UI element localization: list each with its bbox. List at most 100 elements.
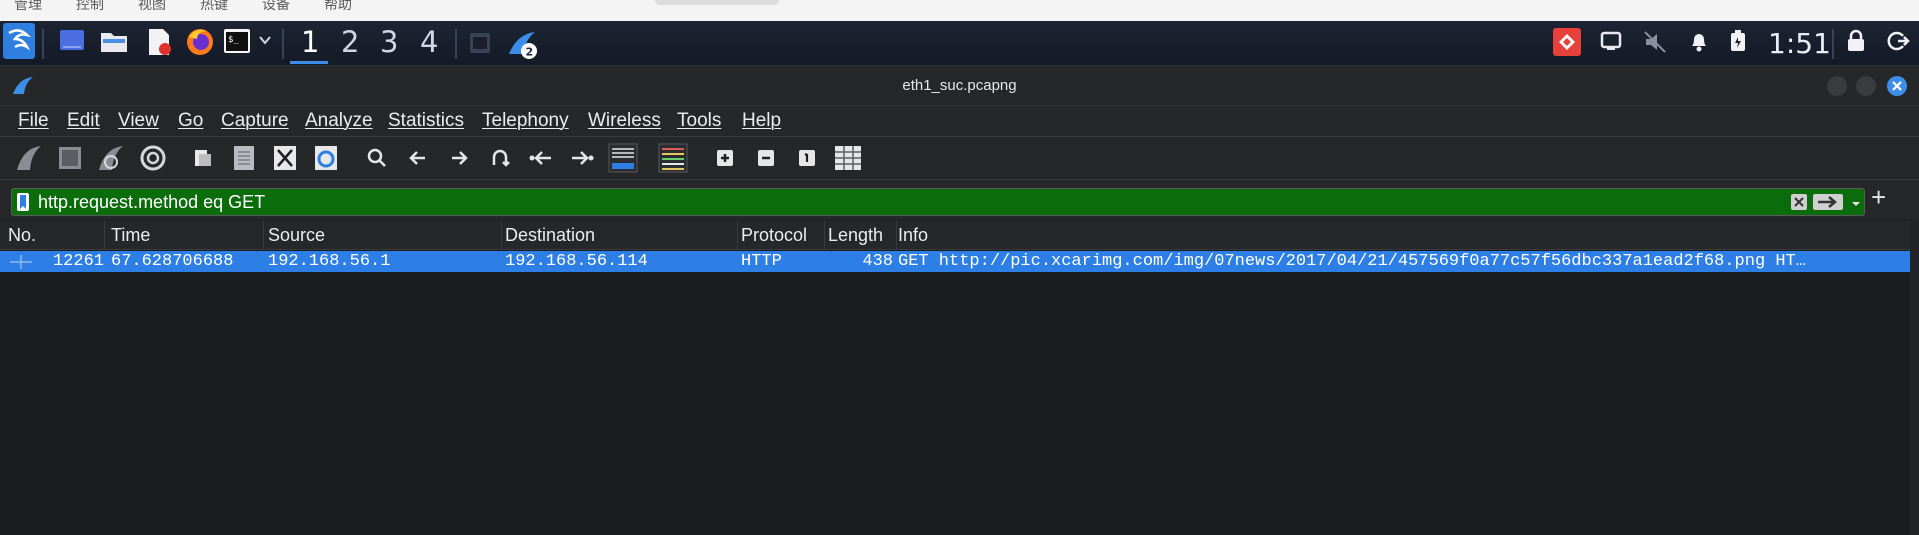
autoscroll-icon[interactable]: [608, 143, 638, 173]
panel-separator: [1832, 29, 1834, 59]
display-icon[interactable]: [1600, 30, 1622, 57]
desktop-icon[interactable]: [58, 27, 86, 60]
lock-icon[interactable]: [1845, 29, 1867, 58]
workspace-2[interactable]: 2: [341, 25, 359, 59]
menu-edit[interactable]: Edit: [67, 110, 100, 132]
packet-source: 192.168.56.1: [268, 252, 391, 271]
firefox-icon[interactable]: [185, 27, 215, 62]
chevron-down-icon[interactable]: [258, 33, 272, 52]
host-menu-devices[interactable]: 设备: [262, 0, 290, 14]
clock[interactable]: 1:51: [1768, 27, 1831, 60]
panel-separator: [282, 29, 284, 59]
menu-bar: File Edit View Go Capture Analyze Statis…: [0, 106, 1919, 137]
column-destination[interactable]: Destination: [497, 221, 738, 249]
display-filter-input[interactable]: [36, 190, 1760, 214]
minimize-button[interactable]: [1827, 76, 1847, 96]
menu-telephony[interactable]: Telephony: [482, 110, 569, 132]
column-length[interactable]: Length: [820, 221, 897, 249]
go-to-packet-icon[interactable]: [485, 143, 515, 173]
workspace-4[interactable]: 4: [420, 25, 438, 59]
apply-filter-icon[interactable]: [1812, 193, 1844, 216]
capture-options-icon[interactable]: [138, 143, 168, 173]
filter-bookmark-icon[interactable]: [16, 192, 30, 217]
active-workspace-indicator: [290, 61, 328, 64]
packet-list: 12261 67.628706688 192.168.56.1 192.168.…: [0, 250, 1910, 535]
packet-no: 12261: [52, 252, 104, 271]
display-filter-row: +: [0, 180, 1919, 220]
column-protocol[interactable]: Protocol: [733, 221, 825, 249]
menu-go[interactable]: Go: [178, 110, 203, 132]
menu-tools[interactable]: Tools: [677, 110, 721, 132]
maximize-button[interactable]: [1856, 76, 1876, 96]
normal-size-icon[interactable]: [792, 143, 822, 173]
packet-list-scrollbar[interactable]: [1910, 221, 1919, 535]
zoom-in-icon[interactable]: [710, 143, 740, 173]
column-no[interactable]: No.: [0, 221, 105, 249]
save-file-icon[interactable]: [229, 143, 259, 173]
start-capture-icon[interactable]: [14, 143, 44, 173]
column-time[interactable]: Time: [103, 221, 264, 249]
close-file-icon[interactable]: [270, 143, 300, 173]
menu-wireless[interactable]: Wireless: [588, 110, 661, 132]
open-file-icon[interactable]: [188, 143, 218, 173]
terminal-icon[interactable]: $_: [223, 27, 251, 60]
packet-list-header: No. Time Source Destination Protocol Len…: [0, 221, 1910, 250]
bell-icon[interactable]: [1688, 29, 1710, 58]
menu-analyze[interactable]: Analyze: [305, 110, 373, 132]
panel-separator: [42, 29, 44, 59]
last-packet-icon[interactable]: [567, 143, 597, 173]
zoom-out-icon[interactable]: [751, 143, 781, 173]
colorize-icon[interactable]: [658, 143, 688, 173]
wireshark-task-icon[interactable]: 2: [507, 30, 541, 65]
kali-dragon-icon[interactable]: [3, 23, 35, 64]
stop-capture-icon[interactable]: [55, 143, 85, 173]
svg-text:$_: $_: [228, 35, 239, 45]
menu-capture[interactable]: Capture: [221, 110, 289, 132]
host-menu-bar: 管理 控制 视图 热键 设备 帮助: [0, 0, 1919, 21]
related-packet-icon: [8, 251, 34, 279]
menu-view[interactable]: View: [118, 110, 159, 132]
restart-capture-icon[interactable]: [96, 143, 126, 173]
mute-icon[interactable]: [1643, 30, 1667, 59]
window-titlebar[interactable]: eth1_suc.pcapng: [0, 66, 1919, 106]
reload-file-icon[interactable]: [311, 143, 341, 173]
host-menu-help[interactable]: 帮助: [324, 0, 352, 14]
go-back-icon[interactable]: [403, 143, 433, 173]
window-title: eth1_suc.pcapng: [902, 77, 1017, 94]
logout-icon[interactable]: [1886, 29, 1910, 58]
terminal-window-icon[interactable]: [469, 32, 491, 59]
column-source[interactable]: Source: [260, 221, 502, 249]
file-manager-icon[interactable]: [99, 27, 129, 60]
close-button[interactable]: [1887, 76, 1907, 96]
packet-length: 438: [862, 252, 893, 271]
table-row[interactable]: 12261 67.628706688 192.168.56.1 192.168.…: [0, 251, 1910, 272]
host-toolbar-handle[interactable]: [654, 0, 780, 5]
packet-destination: 192.168.56.114: [505, 252, 648, 271]
packet-info: GET http://pic.xcarimg.com/img/07news/20…: [898, 252, 1806, 271]
first-packet-icon[interactable]: [526, 143, 556, 173]
resize-columns-icon[interactable]: [833, 143, 863, 173]
host-menu-view[interactable]: 视图: [138, 0, 166, 14]
find-packet-icon[interactable]: [362, 143, 392, 173]
host-menu-hotkey[interactable]: 热键: [200, 0, 228, 14]
host-menu-manage[interactable]: 管理: [14, 0, 42, 14]
host-menu-control[interactable]: 控制: [76, 0, 104, 14]
panel-separator: [455, 29, 457, 59]
workspace-1[interactable]: 1: [301, 25, 319, 59]
go-forward-icon[interactable]: [444, 143, 474, 173]
text-editor-icon[interactable]: [145, 27, 173, 62]
column-info[interactable]: Info: [890, 221, 1910, 249]
menu-statistics[interactable]: Statistics: [388, 110, 464, 132]
menu-help[interactable]: Help: [742, 110, 781, 132]
add-filter-button[interactable]: +: [1871, 182, 1886, 213]
battery-icon[interactable]: [1729, 29, 1747, 58]
remote-icon[interactable]: [1553, 28, 1581, 61]
clear-filter-icon[interactable]: [1790, 193, 1808, 216]
notification-count: 2: [526, 46, 534, 59]
packet-protocol: HTTP: [741, 252, 782, 271]
menu-file[interactable]: File: [18, 110, 49, 132]
filter-history-chevron-icon[interactable]: [1851, 196, 1861, 214]
workspace-3[interactable]: 3: [380, 25, 398, 59]
main-toolbar: [0, 137, 1919, 180]
packet-time: 67.628706688: [111, 252, 234, 271]
